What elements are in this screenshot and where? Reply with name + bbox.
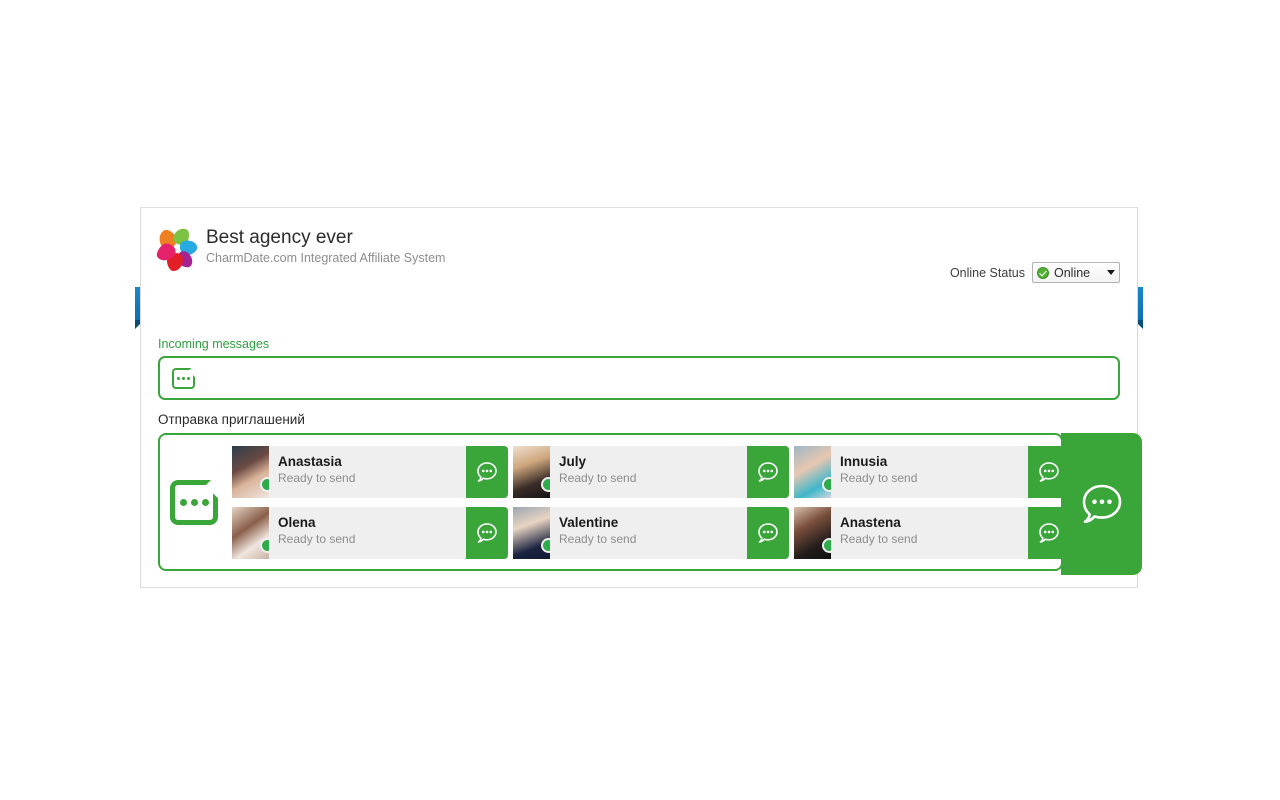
screen: Member Search Chat Admirer Mail EMF Mail… [0,0,1280,800]
incoming-messages-box[interactable] [158,356,1120,400]
avatar[interactable] [794,507,831,559]
status-badge: Ready to send [840,470,1028,486]
speech-bubble-dots-icon [474,520,500,546]
send-invitation-button[interactable] [747,507,789,559]
speech-bubble-dots-icon [755,520,781,546]
site-header: Best agency ever CharmDate.com Integrate… [141,208,1137,288]
invitation-card-text: AnastasiaReady to send [269,446,466,498]
invitation-card-text: InnusiaReady to send [831,446,1028,498]
status-badge: Ready to send [559,470,747,486]
online-status-dot [260,538,269,553]
invitation-card[interactable]: AnastenaReady to send [794,507,1070,559]
online-status-select[interactable]: Online [1032,262,1120,283]
invitation-card-text: JulyReady to send [550,446,747,498]
status-badge: Ready to send [278,531,466,547]
dot [182,377,185,380]
brand-subtitle: CharmDate.com Integrated Affiliate Syste… [206,250,445,266]
avatar[interactable] [232,446,269,498]
chevron-down-icon[interactable] [1107,270,1115,275]
status-badge: Ready to send [278,470,466,486]
dot [180,499,187,506]
speech-bubble-dots-icon [474,459,500,485]
dot [191,499,198,506]
online-status-dot [822,538,831,553]
speech-bubble-dots-icon [755,459,781,485]
invitation-cards-grid: AnastasiaReady to sendJulyReady to sendI… [232,446,1070,559]
avatar[interactable] [513,507,550,559]
status-badge: Ready to send [559,531,747,547]
speech-bubble-dots-icon [1076,478,1128,530]
message-dots-icon [170,480,218,525]
online-status-dot [541,538,550,553]
invitation-card-text: OlenaReady to send [269,507,466,559]
online-status-value: Online [1054,266,1090,280]
online-status-dot [541,477,550,492]
brand-text: Best agency ever CharmDate.com Integrate… [206,226,445,266]
send-invitation-button[interactable] [466,446,508,498]
flower-petals-logo-icon [158,228,198,270]
invitation-card[interactable]: InnusiaReady to send [794,446,1070,498]
invitation-card-text: AnastenaReady to send [831,507,1028,559]
page-body: Incoming messages Отправка приглашений [141,321,1137,571]
avatar[interactable] [794,446,831,498]
member-name: Anastasia [278,453,466,470]
online-status-control: Online Status Online [950,262,1120,283]
invitations-panel: AnastasiaReady to sendJulyReady to sendI… [158,433,1063,571]
page-container: Best agency ever CharmDate.com Integrate… [140,207,1138,588]
invitation-card[interactable]: JulyReady to send [513,446,789,498]
dot [202,499,209,506]
member-name: July [559,453,747,470]
online-status-label: Online Status [950,266,1025,280]
member-name: Innusia [840,453,1028,470]
invitation-card[interactable]: AnastasiaReady to send [232,446,508,498]
dot [187,377,190,380]
invitation-card[interactable]: OlenaReady to send [232,507,508,559]
send-invitation-button[interactable] [466,507,508,559]
member-name: Anastena [840,514,1028,531]
invitation-card-text: ValentineReady to send [550,507,747,559]
invitations-label: Отправка приглашений [158,412,1120,427]
green-check-circle-icon [1037,267,1049,279]
page-title: Best agency ever [206,226,445,249]
invitation-card[interactable]: ValentineReady to send [513,507,789,559]
avatar[interactable] [513,446,550,498]
avatar[interactable] [232,507,269,559]
send-all-invitations-button[interactable] [1061,433,1142,575]
speech-bubble-dots-icon [1036,520,1062,546]
member-name: Olena [278,514,466,531]
online-status-dot [822,477,831,492]
member-name: Valentine [559,514,747,531]
send-invitation-button[interactable] [747,446,789,498]
incoming-messages-label: Incoming messages [158,337,1120,351]
message-dots-icon [172,368,195,389]
status-badge: Ready to send [840,531,1028,547]
online-status-dot [260,477,269,492]
speech-bubble-dots-icon [1036,459,1062,485]
dot [177,377,180,380]
